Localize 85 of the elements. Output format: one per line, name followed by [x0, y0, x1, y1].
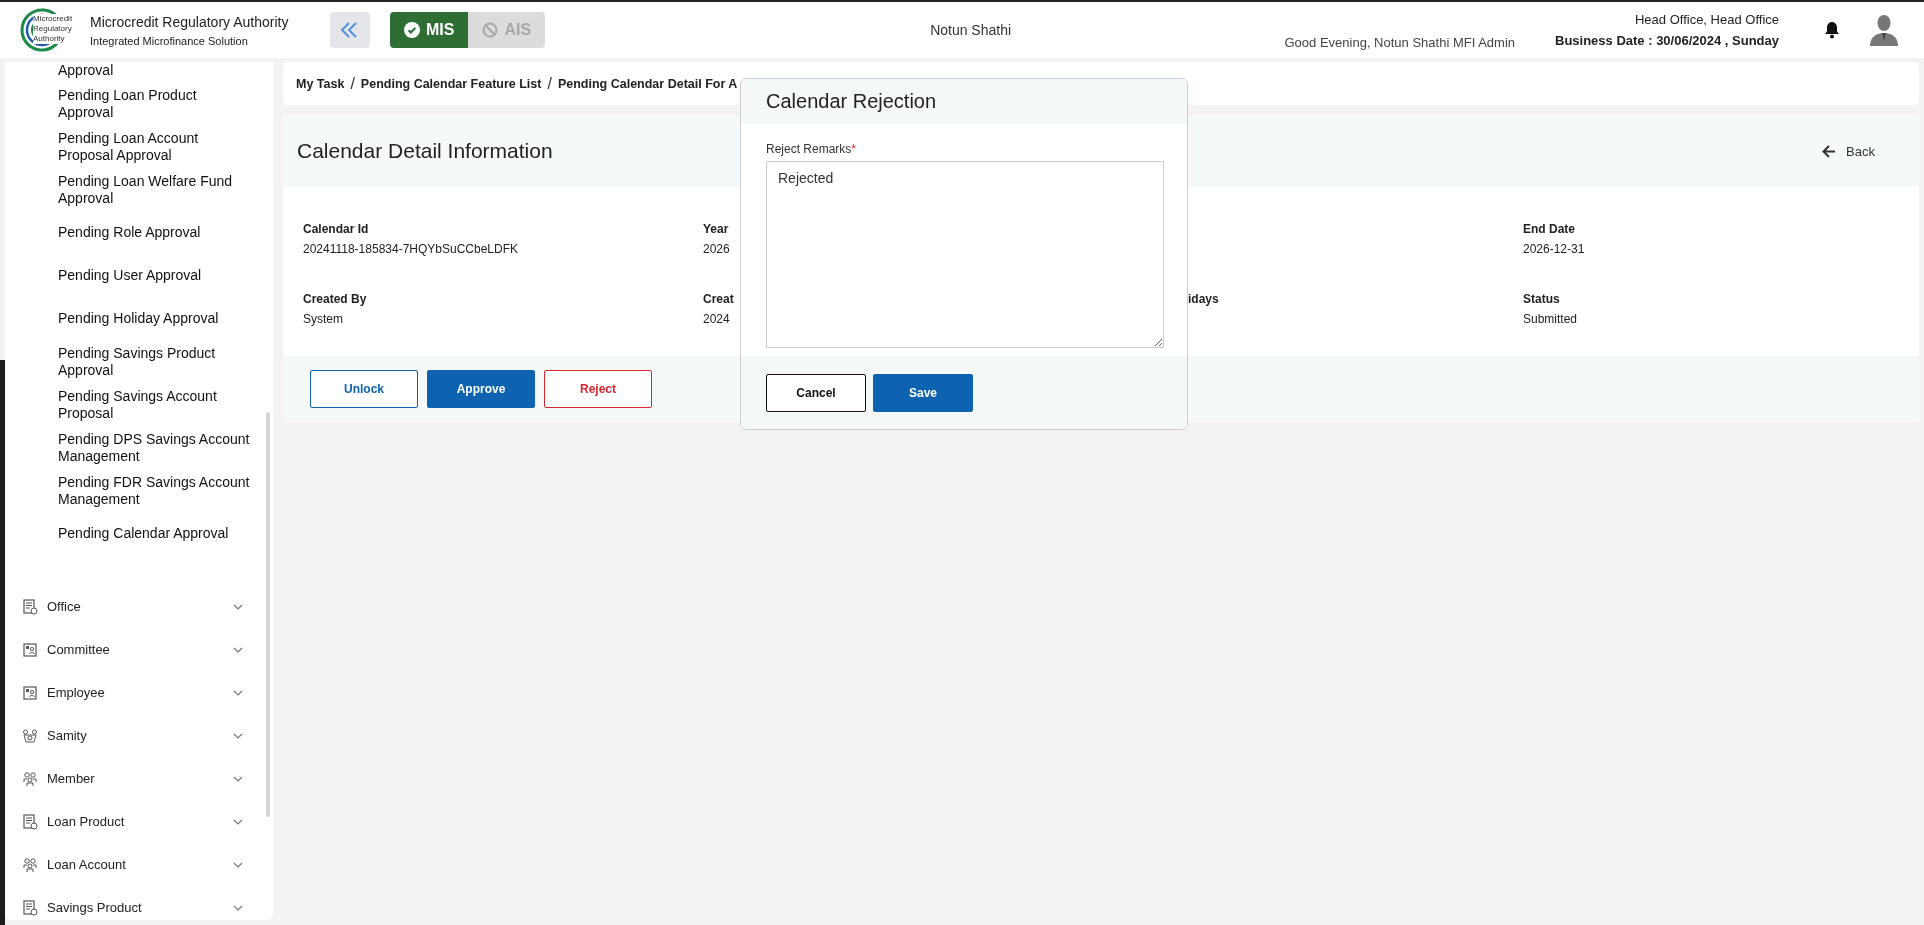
- sidebar-menu-item[interactable]: Samity: [5, 714, 263, 757]
- field-label: Calendar Id: [303, 222, 370, 236]
- breadcrumb-separator: /: [547, 74, 552, 93]
- dialog-title: Calendar Rejection: [766, 90, 937, 113]
- chevron-down-icon: [233, 775, 243, 782]
- menu-label: Member: [47, 771, 96, 786]
- group-icon: [22, 727, 38, 744]
- field-label: idays: [1188, 292, 1220, 306]
- card-title: Calendar Detail Information: [297, 139, 553, 163]
- dialog-button[interactable]: Cancel: [766, 373, 866, 412]
- chevron-down-icon: [233, 689, 243, 696]
- sidebar-subitem[interactable]: Pending DPS Savings Account Management: [5, 426, 253, 469]
- chevron-down-icon: [233, 603, 243, 610]
- sidebar-subitem[interactable]: Pending Calendar Approval: [5, 512, 253, 555]
- check-circle-icon: [404, 22, 420, 38]
- sidebar-subitem[interactable]: Pending Loan Product Approval: [5, 82, 253, 125]
- breadcrumb-link[interactable]: Pending Calendar Detail For A: [557, 76, 738, 91]
- app-subtitle: Integrated Microfinance Solution: [90, 34, 249, 47]
- people-icon: [22, 856, 38, 873]
- chevron-down-icon: [233, 861, 243, 868]
- reject-button[interactable]: Reject: [544, 370, 652, 408]
- sidebar-menu-item[interactable]: Committee: [5, 628, 263, 671]
- field-label: Year: [703, 222, 730, 236]
- sidebar-subitem[interactable]: Pending Savings Account Proposal: [5, 383, 253, 426]
- contact-card-icon: [22, 684, 38, 701]
- organization-name: Notun Shathi: [930, 22, 1012, 38]
- document-icon: [22, 813, 38, 830]
- sidebar-menu-item[interactable]: Savings Product: [5, 886, 263, 925]
- scrollbar-thumb[interactable]: [266, 412, 270, 817]
- field-value: 2024: [703, 312, 731, 326]
- breadcrumb-link[interactable]: Pending Calendar Feature List: [360, 76, 542, 91]
- menu-label: Loan Product: [47, 814, 126, 829]
- field-value: 2026: [703, 242, 731, 256]
- sidebar-subitem[interactable]: Pending Savings Product Approval: [5, 340, 253, 383]
- action-button[interactable]: Approve: [427, 370, 535, 408]
- menu-label: Committee: [47, 642, 111, 657]
- chevron-down-icon: [233, 646, 243, 653]
- menu-label: Employee: [47, 685, 106, 700]
- field-label: Created By: [303, 292, 368, 306]
- field-label: Creat: [703, 292, 735, 306]
- sidebar-subitem[interactable]: Pending Holiday Approval: [5, 297, 253, 340]
- people-icon: [22, 770, 38, 787]
- document-icon: [22, 899, 38, 916]
- field-value: Submitted: [1523, 312, 1579, 326]
- field-value: System: [303, 312, 344, 326]
- field-label: End Date: [1523, 222, 1576, 236]
- office-name: Head Office, Head Office: [1634, 12, 1779, 27]
- sidebar-menu-item[interactable]: Loan Account: [5, 843, 263, 886]
- business-date: Business Date : 30/06/2024 , Sunday: [1555, 33, 1779, 48]
- sidebar-menu-item[interactable]: Loan Product: [5, 800, 263, 843]
- app-title: Microcredit Regulatory Authority: [90, 13, 289, 30]
- chevron-down-icon: [233, 818, 243, 825]
- breadcrumb-separator: /: [350, 74, 355, 93]
- module-toggle[interactable]: MIS: [390, 12, 469, 48]
- sidebar-subitem[interactable]: Pending FDR Savings Account Management: [5, 469, 253, 512]
- chevron-down-icon: [233, 732, 243, 739]
- menu-label: Savings Product: [47, 900, 143, 915]
- field-value: 2026-12-31: [1523, 242, 1586, 256]
- menu-label: Office: [47, 599, 82, 614]
- greeting-text: Good Evening, Notun Shathi MFI Admin: [1284, 35, 1515, 50]
- menu-label: Samity: [47, 728, 88, 743]
- user-avatar-icon[interactable]: [1870, 14, 1898, 46]
- sidebar-menu-item[interactable]: Office: [5, 585, 263, 628]
- arrow-left-icon: [1822, 144, 1837, 158]
- field-label: Status: [1523, 292, 1561, 306]
- sidebar-subitem[interactable]: Approval: [5, 62, 253, 82]
- sidebar-menu-item[interactable]: Employee: [5, 671, 263, 714]
- ban-icon: [482, 22, 499, 38]
- dialog-button[interactable]: Save: [873, 373, 973, 412]
- field-value: 20241118-185834-7HQYbSuCCbeLDFK: [303, 242, 520, 256]
- sidebar-subitem[interactable]: Pending User Approval: [5, 254, 253, 297]
- breadcrumb-link[interactable]: My Task: [296, 76, 345, 91]
- document-icon: [22, 598, 38, 615]
- action-button[interactable]: Unlock: [310, 370, 418, 408]
- sidebar-subitem[interactable]: Pending Role Approval: [5, 211, 253, 254]
- field-label: Reject Remarks*: [766, 142, 858, 156]
- sidebar-menu-item[interactable]: Member: [5, 757, 263, 800]
- notification-bell-icon[interactable]: [1824, 21, 1840, 39]
- remarks-field[interactable]: Rejected: [766, 161, 1164, 348]
- back-button[interactable]: Back: [1816, 142, 1881, 160]
- sidebar-subitem[interactable]: Pending Loan Welfare Fund Approval: [5, 168, 253, 211]
- menu-label: Loan Account: [47, 857, 127, 872]
- chevron-down-icon: [233, 904, 243, 911]
- sidebar-subitem[interactable]: Pending Loan Account Proposal Approval: [5, 125, 253, 168]
- contact-card-icon: [22, 641, 38, 658]
